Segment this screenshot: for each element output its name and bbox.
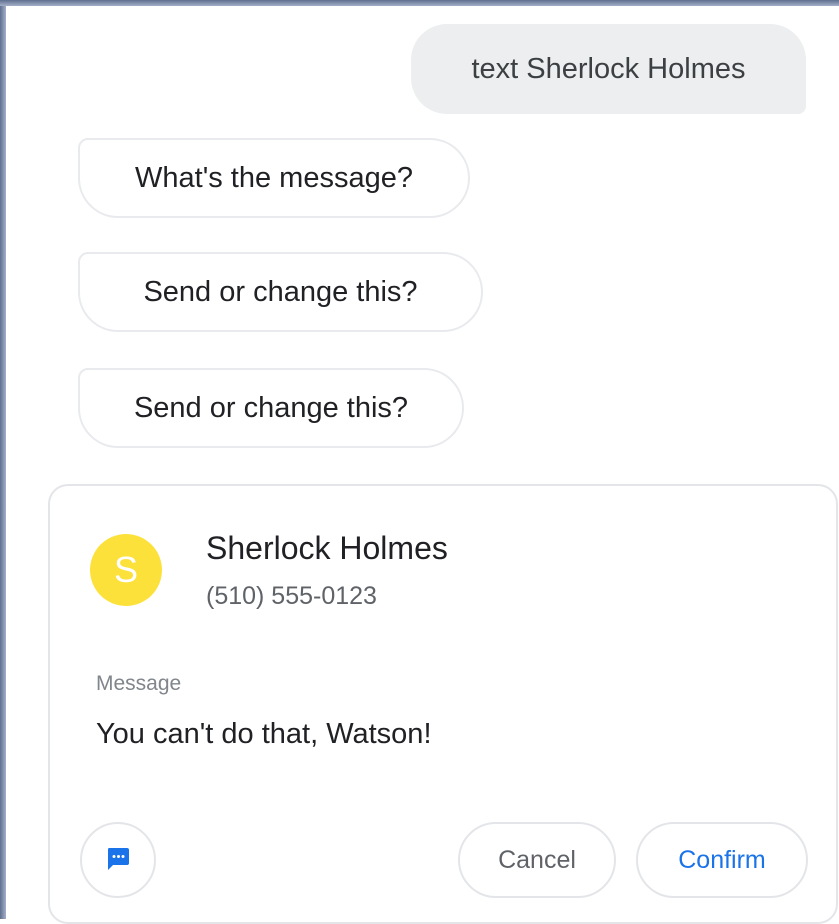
messages-icon <box>108 848 129 870</box>
assistant-reply-text: What's the message? <box>135 161 413 194</box>
assistant-reply-text: Send or change this? <box>133 391 409 424</box>
message-text[interactable]: You can't do that, Watson! <box>96 718 432 751</box>
confirm-button[interactable]: Confirm <box>636 822 808 898</box>
assistant-screen: text Sherlock Holmes What's the message?… <box>6 6 839 924</box>
assistant-reply-bubble: What's the message? <box>78 138 470 218</box>
contact-phone: (510) 555-0123 <box>206 582 377 610</box>
user-query-text: text Sherlock Holmes <box>471 52 746 85</box>
cancel-button[interactable]: Cancel <box>458 822 616 898</box>
avatar: S <box>90 534 162 606</box>
assistant-reply-bubble: Send or change this? <box>78 368 464 448</box>
contact-name: Sherlock Holmes <box>206 530 448 566</box>
open-messages-button[interactable] <box>80 822 156 898</box>
cancel-button-label: Cancel <box>498 845 576 874</box>
user-query-bubble: text Sherlock Holmes <box>411 24 806 114</box>
message-confirmation-card: S Sherlock Holmes (510) 555-0123 Message… <box>48 484 838 924</box>
avatar-initial: S <box>113 549 138 590</box>
message-label: Message <box>96 672 182 695</box>
confirm-button-label: Confirm <box>678 845 766 874</box>
assistant-reply-text: Send or change this? <box>143 275 418 308</box>
assistant-reply-bubble: Send or change this? <box>78 252 483 332</box>
